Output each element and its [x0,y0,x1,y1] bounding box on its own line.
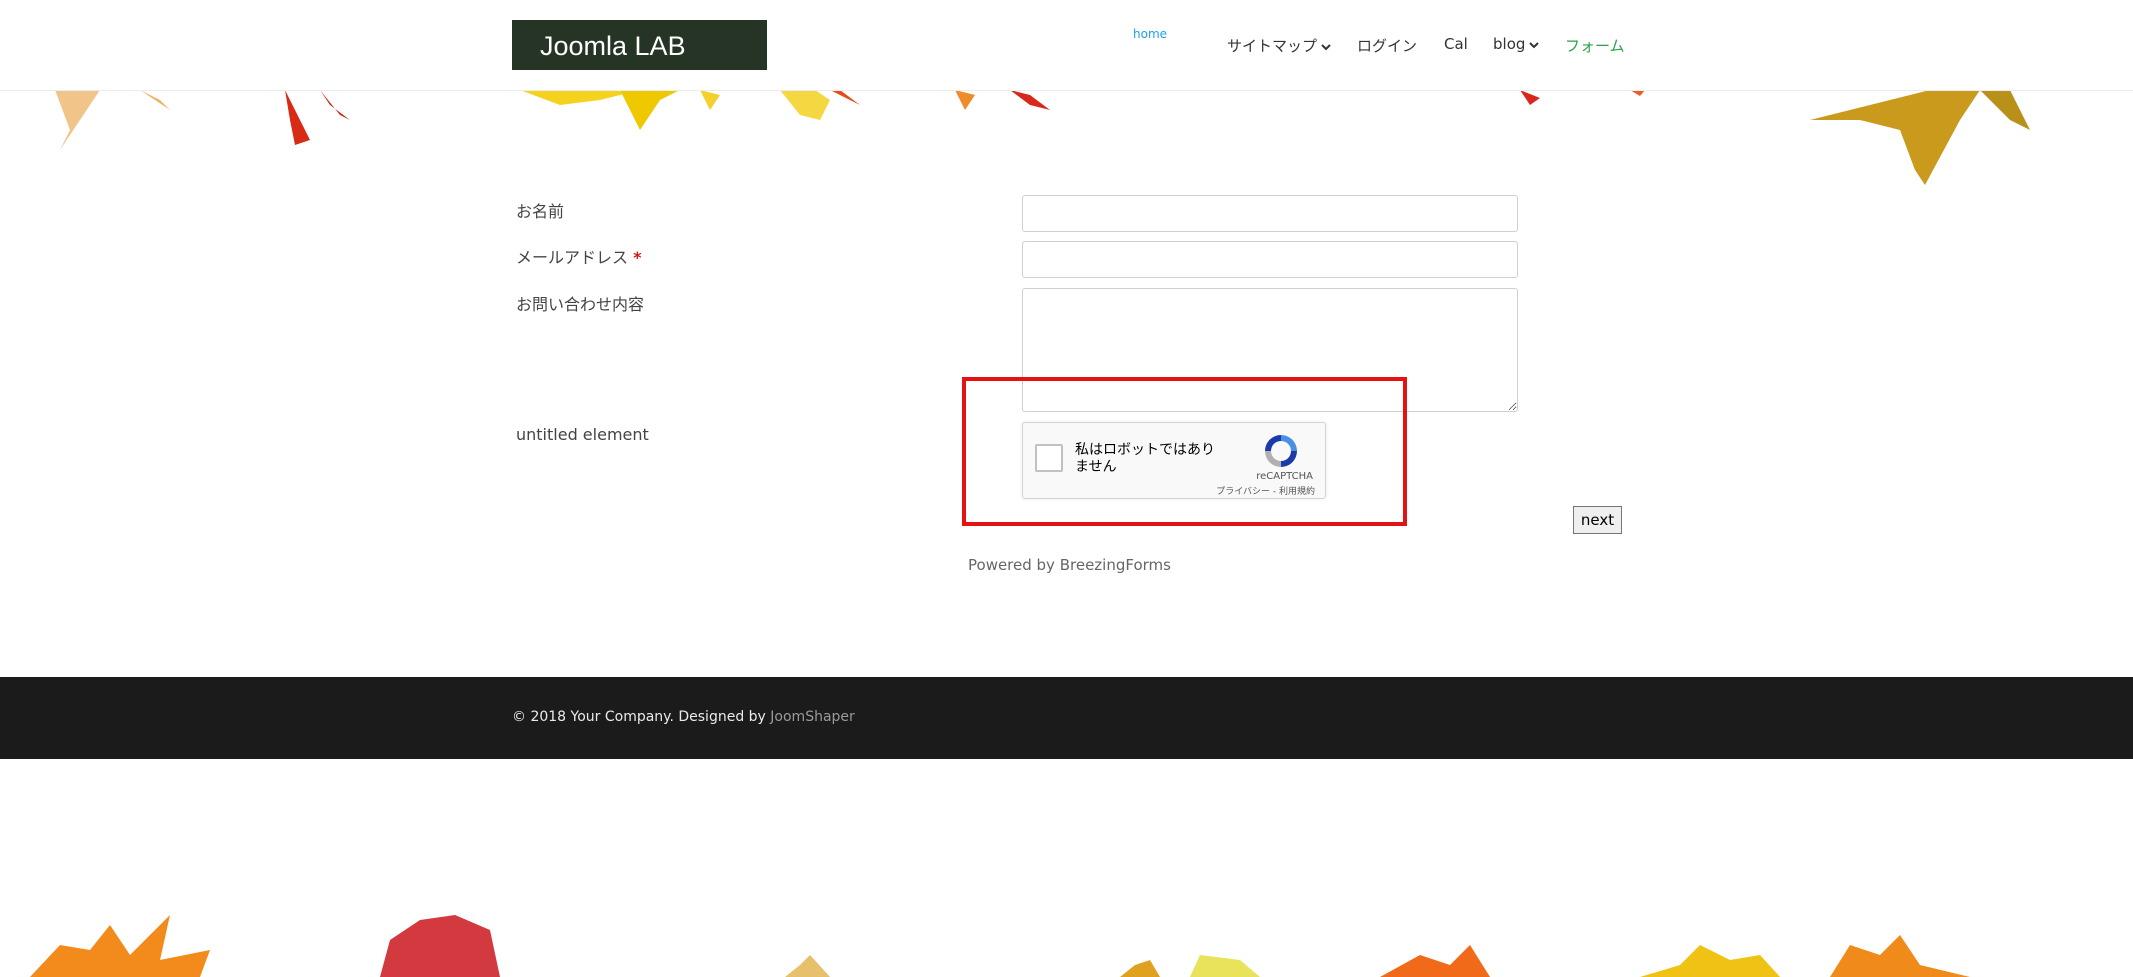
next-button[interactable]: next [1573,506,1622,534]
copyright-label: © 2018 Your Company. Designed by [512,709,766,725]
nav-item-blog-label: blog [1493,35,1526,53]
nav-item-sitemap[interactable]: サイトマップ [1227,35,1331,56]
recaptcha-highlight-box [962,377,1407,526]
joomshaper-link[interactable]: JoomShaper [770,709,855,725]
copyright-text: © 2018 Your Company. Designed by JoomSha… [512,709,855,725]
autumn-leaves-decoration-top [55,90,2030,185]
autumn-leaves-decoration-bottom [30,915,1970,977]
powered-by-text: Powered by BreezingForms [968,556,1171,574]
nav-item-home[interactable]: home [1133,27,1167,41]
nav-item-blog[interactable]: blog [1493,35,1540,53]
site-logo[interactable]: Joomla LAB [512,20,767,70]
required-indicator: * [633,248,642,267]
email-label: メールアドレス * [516,244,641,268]
site-header: Joomla LAB home サイトマップ ログイン Cal blog フォー… [0,0,2133,91]
nav-item-sitemap-label: サイトマップ [1227,37,1318,55]
name-label: お名前 [516,202,565,221]
nav-item-login[interactable]: ログイン [1357,35,1417,56]
nav-item-form[interactable]: フォーム [1565,35,1625,56]
untitled-element-label: untitled element [516,425,649,444]
chevron-down-icon [1529,41,1540,48]
chevron-down-icon [1321,43,1331,50]
email-field[interactable] [1022,241,1518,278]
message-label: お問い合わせ内容 [516,295,645,314]
site-footer: © 2018 Your Company. Designed by JoomSha… [0,677,2133,759]
email-label-text: メールアドレス [516,248,629,267]
name-field[interactable] [1022,195,1518,232]
nav-item-cal[interactable]: Cal [1444,35,1468,53]
